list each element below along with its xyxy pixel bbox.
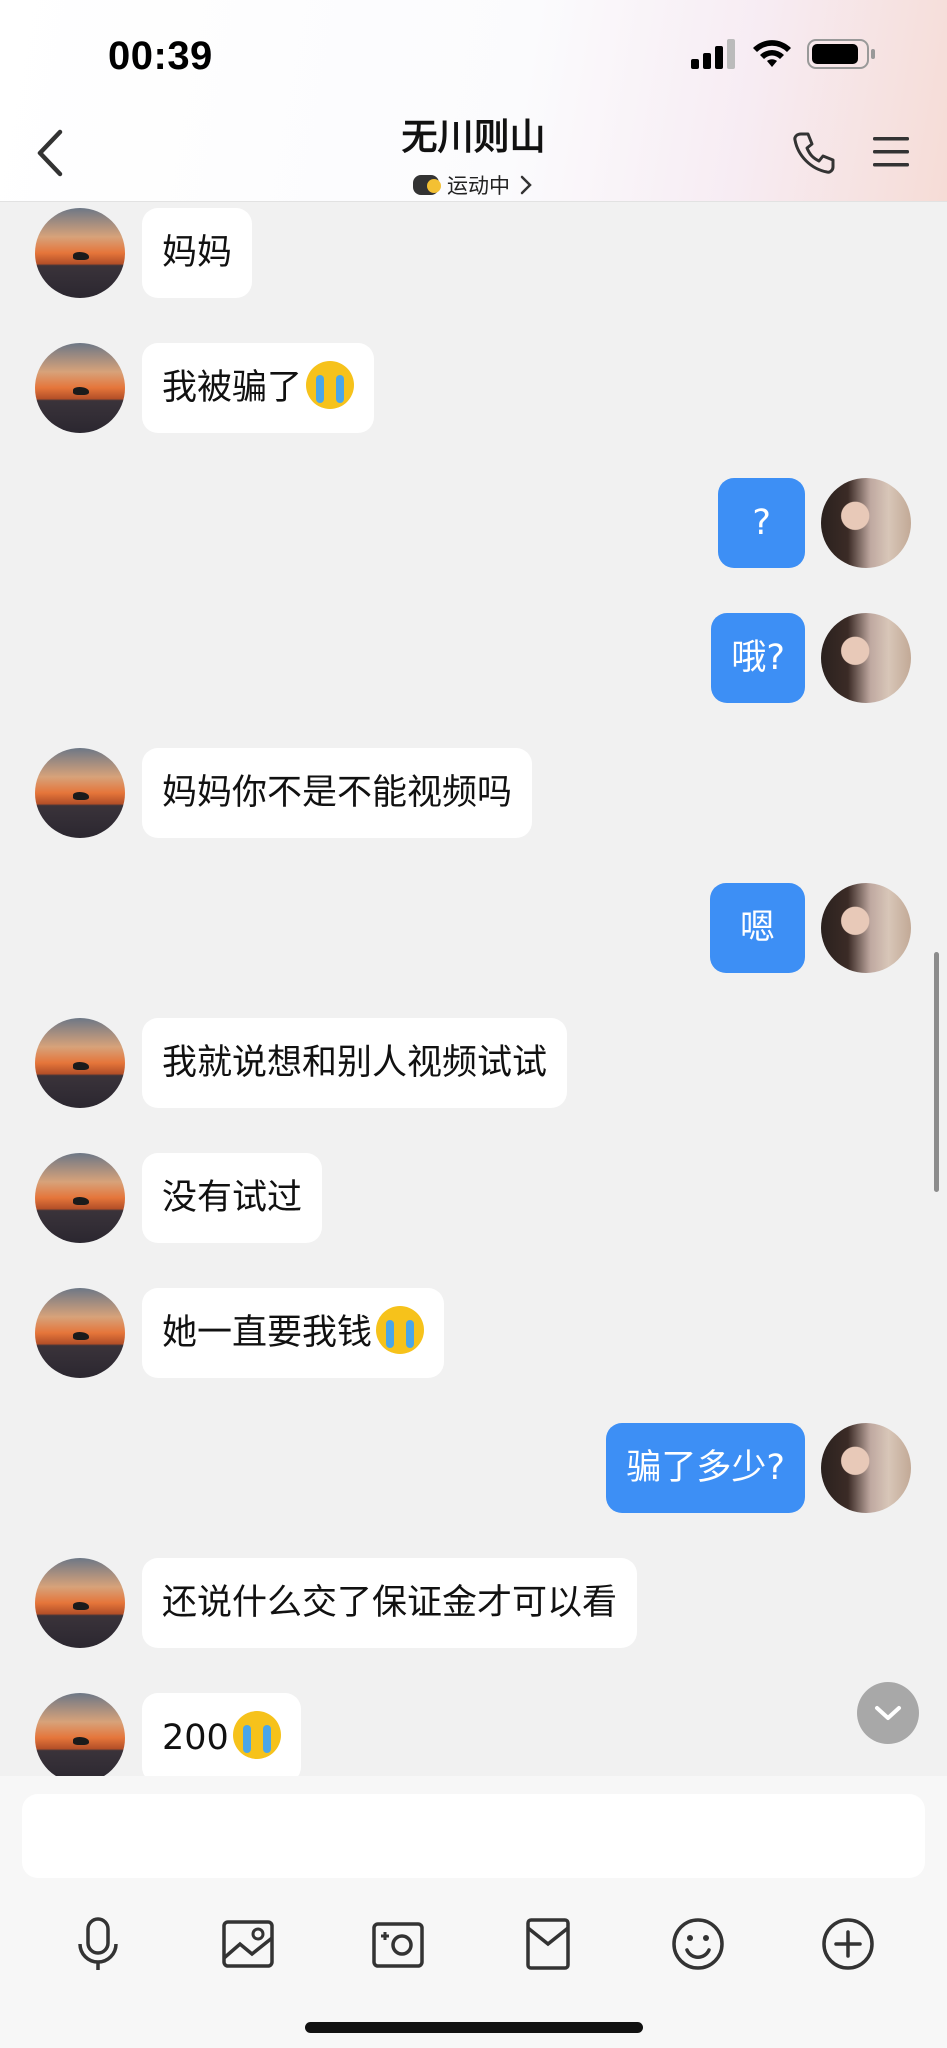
crying-face-emoji [232, 1711, 281, 1759]
message-text: 妈妈 [162, 233, 233, 273]
incoming-message[interactable]: 我就说想和别人视频试试 [142, 1018, 568, 1108]
message-text: 200 [162, 1718, 229, 1758]
incoming-message[interactable]: 没有试过 [142, 1153, 323, 1243]
incoming-message[interactable]: 她一直要我钱 [142, 1288, 445, 1378]
contact-avatar[interactable] [35, 1288, 125, 1378]
contact-avatar[interactable] [35, 1153, 125, 1243]
message-text: ? [752, 503, 771, 543]
outgoing-message[interactable]: 嗯 [709, 883, 805, 973]
message-text: 妈妈你不是不能视频吗 [162, 773, 513, 813]
voice-input-button[interactable] [68, 1914, 128, 1974]
message-row: 骗了多少? [0, 1423, 947, 1513]
image-icon [222, 1920, 274, 1968]
red-packet-button[interactable] [518, 1914, 578, 1974]
phone-icon [793, 132, 835, 174]
message-text: 她一直要我钱 [162, 1313, 373, 1353]
incoming-message[interactable]: 我被骗了 [142, 343, 375, 433]
plus-circle-icon [822, 1918, 874, 1970]
scrollbar[interactable] [934, 952, 939, 1192]
contact-avatar[interactable] [35, 748, 125, 838]
outgoing-message[interactable]: 骗了多少? [606, 1423, 805, 1513]
battery-icon [807, 39, 875, 69]
my-avatar[interactable] [821, 883, 911, 973]
message-row: 妈妈你不是不能视频吗 [0, 748, 947, 838]
more-button[interactable] [818, 1914, 878, 1974]
voice-call-button[interactable] [791, 130, 837, 176]
message-input[interactable] [22, 1794, 925, 1878]
chat-message-list[interactable]: 妈妈 我被骗了 ? 哦? 妈妈你不是不能视频吗 嗯 我就说想和别人视频试试 没有… [0, 202, 947, 1776]
photo-button[interactable] [218, 1914, 278, 1974]
camera-button[interactable] [368, 1914, 428, 1974]
message-row: 还说什么交了保证金才可以看 [0, 1558, 947, 1648]
incoming-message[interactable]: 200 [142, 1693, 301, 1776]
outgoing-message[interactable]: ? [718, 478, 805, 568]
message-text: 还说什么交了保证金才可以看 [162, 1583, 618, 1623]
incoming-message[interactable]: 妈妈你不是不能视频吗 [142, 748, 533, 838]
message-row: 我被骗了 [0, 343, 947, 433]
my-avatar[interactable] [821, 613, 911, 703]
outgoing-message[interactable]: 哦? [711, 613, 805, 703]
camera-icon [372, 1922, 424, 1968]
chevron-right-icon [520, 175, 532, 195]
message-row: 没有试过 [0, 1153, 947, 1243]
contact-avatar[interactable] [35, 1018, 125, 1108]
status-time: 00:39 [108, 34, 213, 78]
top-bar: 00:39 无川则山 运动中 [0, 0, 947, 202]
input-toolbar [0, 1914, 947, 1984]
status-subtitle[interactable]: 运动中 [413, 170, 534, 200]
wifi-icon [753, 40, 791, 67]
status-icons [691, 38, 877, 70]
incoming-message[interactable]: 妈妈 [142, 208, 253, 298]
microphone-icon [78, 1917, 118, 1970]
contact-avatar[interactable] [35, 208, 125, 298]
activity-status-icon [413, 175, 441, 195]
contact-avatar[interactable] [35, 1558, 125, 1648]
status-subtitle-text: 运动中 [447, 174, 510, 198]
message-row: 我就说想和别人视频试试 [0, 1018, 947, 1108]
chevron-down-icon [875, 1706, 901, 1720]
crying-face-emoji [306, 361, 355, 409]
message-text: 没有试过 [162, 1178, 303, 1218]
emoji-button[interactable] [668, 1914, 728, 1974]
home-indicator[interactable] [305, 2022, 643, 2033]
message-row: ? [0, 478, 947, 568]
message-row: 200 [0, 1693, 947, 1776]
my-avatar[interactable] [821, 478, 911, 568]
message-row: 她一直要我钱 [0, 1288, 947, 1378]
message-text: 哦? [731, 638, 785, 678]
menu-icon [873, 137, 909, 167]
incoming-message[interactable]: 还说什么交了保证金才可以看 [142, 1558, 638, 1648]
contact-avatar[interactable] [35, 1693, 125, 1776]
menu-button[interactable] [871, 134, 911, 170]
scroll-to-bottom-button[interactable] [857, 1682, 919, 1744]
smiley-icon [672, 1918, 724, 1970]
red-packet-icon [526, 1918, 570, 1970]
input-panel [0, 1776, 947, 2048]
message-text: 嗯 [739, 908, 775, 948]
contact-avatar[interactable] [35, 343, 125, 433]
message-text: 我被骗了 [162, 368, 303, 408]
message-text: 骗了多少? [626, 1448, 785, 1488]
crying-face-emoji [376, 1306, 425, 1354]
my-avatar[interactable] [821, 1423, 911, 1513]
message-row: 嗯 [0, 883, 947, 973]
signal-icon [691, 39, 735, 69]
message-row: 哦? [0, 613, 947, 703]
message-row: 妈妈 [0, 208, 947, 298]
message-text: 我就说想和别人视频试试 [162, 1043, 548, 1083]
